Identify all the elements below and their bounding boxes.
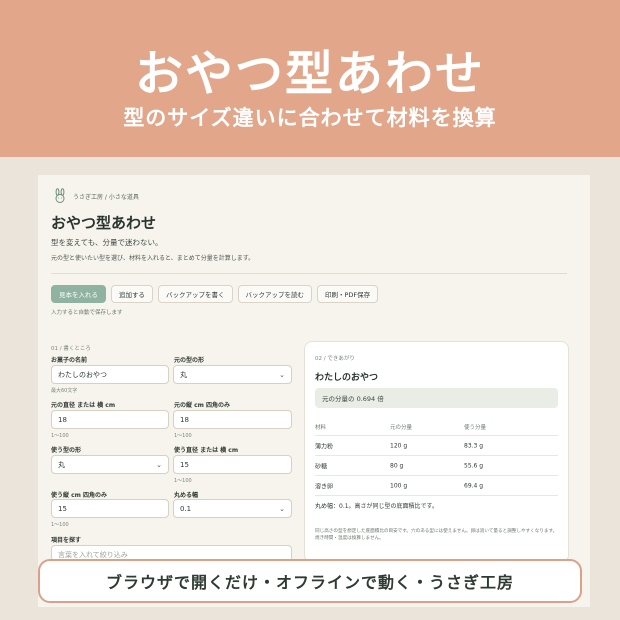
use-depth-input[interactable]: 15 — [51, 499, 169, 518]
result-title: わたしのおやつ — [315, 373, 379, 383]
app-window: うさぎ工房 / 小さな道具 おやつ型あわせ 型を変えても、分量で迷わない。 元の… — [38, 175, 590, 607]
orig-depth-value: 18 — [180, 415, 189, 424]
add-button[interactable]: 追加する — [111, 285, 153, 303]
table-row: 砂糖 80 g 55.6 g — [315, 456, 558, 476]
use-dim-input[interactable]: 15 — [173, 455, 292, 474]
use-shape-value: 丸 — [58, 460, 65, 469]
col-header: 使う分量 — [464, 424, 487, 431]
use-shape-select[interactable]: 丸 ⌄ — [51, 455, 169, 474]
use-shape-label: 使う型の形 — [51, 447, 82, 454]
autosave-note: 入力すると自動で保存します — [51, 310, 123, 316]
orig-dim-label: 元の直径 または 横 cm — [51, 402, 116, 409]
use-dim-label: 使う直径 または 横 cm — [174, 447, 239, 454]
backup-write-button[interactable]: バックアップを書く — [158, 285, 233, 303]
ratio-badge: 元の分量の 0.694 倍 — [315, 388, 558, 408]
table-header-row: 材料 元の分量 使う分量 — [315, 418, 558, 436]
page-title: おやつ型あわせ — [51, 214, 157, 232]
divider — [51, 273, 567, 274]
name-label: お菓子の名前 — [51, 357, 88, 364]
banner-title: おやつ型あわせ — [134, 46, 485, 102]
result-note: 丸め幅：0.1。高さが同じ型の底面積比です。 — [315, 503, 438, 510]
table-cell: 100 g — [390, 482, 408, 489]
orig-shape-select[interactable]: 丸 ⌄ — [173, 365, 292, 384]
col-header: 材料 — [315, 424, 327, 431]
description: 元の型と使いたい型を選び、材料を入れると、まとめて分量を計算します。 — [51, 255, 255, 262]
result-section-label: 02 / できあがり — [315, 356, 355, 362]
table-cell: 薄力粉 — [315, 443, 334, 450]
table-cell: 砂糖 — [315, 463, 328, 470]
name-input-value: わたしのおやつ — [58, 370, 107, 379]
name-input[interactable]: わたしのおやつ — [51, 365, 169, 384]
orig-dim-hint: 1〜100 — [51, 433, 69, 439]
result-footnote: 同じ高さの型を想定した底面積比の目安です。穴のある型には使えません。卵は溶いて量… — [315, 529, 558, 541]
chevron-down-icon: ⌄ — [279, 504, 285, 513]
round-value: 0.1 — [180, 504, 192, 513]
use-depth-hint: 1〜100 — [51, 522, 69, 528]
table-cell: 55.6 g — [464, 462, 484, 469]
promo-banner: おやつ型あわせ 型のサイズ違いに合わせて材料を換算 — [0, 0, 620, 157]
result-card: 02 / できあがり わたしのおやつ 元の分量の 0.694 倍 材料 元の分量… — [304, 341, 569, 563]
table-cell: 83.3 g — [464, 442, 484, 449]
col-header: 元の分量 — [390, 424, 413, 431]
table-cell: 120 g — [390, 442, 408, 449]
result-table: 材料 元の分量 使う分量 薄力粉 120 g 83.3 g 砂糖 80 g 55… — [315, 418, 558, 496]
table-cell: 69.4 g — [464, 482, 484, 489]
orig-dim-value: 18 — [58, 415, 67, 424]
print-button[interactable]: 印刷・PDF保存 — [317, 285, 379, 303]
orig-dim-input[interactable]: 18 — [51, 410, 169, 429]
toolbar: 見本を入れる 追加する バックアップを書く バックアップを読む 印刷・PDF保存 — [51, 285, 379, 303]
chevron-down-icon: ⌄ — [156, 460, 162, 469]
search-placeholder: 言葉を入れて絞り込み — [58, 550, 128, 559]
banner-subtitle: 型のサイズ違いに合わせて材料を換算 — [123, 106, 497, 130]
form-section-label: 01 / 書くところ — [51, 346, 91, 352]
use-dim-value: 15 — [180, 460, 189, 469]
orig-depth-input[interactable]: 18 — [173, 410, 292, 429]
round-select[interactable]: 0.1 ⌄ — [173, 499, 292, 518]
orig-shape-value: 丸 — [180, 370, 187, 379]
breadcrumb: うさぎ工房 / 小さな道具 — [52, 188, 139, 204]
footer-banner: ブラウザで開くだけ・オフラインで動く・うさぎ工房 — [38, 559, 582, 603]
use-dim-hint: 1〜100 — [174, 478, 192, 484]
name-hint: 最大60文字 — [51, 388, 78, 394]
orig-depth-hint: 1〜100 — [174, 433, 192, 439]
table-row: 溶き卵 100 g 69.4 g — [315, 476, 558, 496]
rabbit-logo-icon — [55, 188, 65, 203]
tagline: 型を変えても、分量で迷わない。 — [51, 238, 163, 247]
orig-depth-label: 元の縦 cm 四角のみ — [174, 402, 230, 409]
use-depth-value: 15 — [58, 504, 67, 513]
chevron-down-icon: ⌄ — [279, 370, 285, 379]
breadcrumb-text: うさぎ工房 / 小さな道具 — [73, 193, 139, 201]
table-row: 薄力粉 120 g 83.3 g — [315, 436, 558, 456]
example-button[interactable]: 見本を入れる — [51, 285, 106, 303]
table-cell: 80 g — [390, 462, 404, 469]
table-cell: 溶き卵 — [315, 483, 334, 490]
orig-shape-label: 元の型の形 — [174, 357, 205, 364]
round-label: 丸める幅 — [174, 492, 199, 499]
use-depth-label: 使う縦 cm 四角のみ — [51, 492, 107, 499]
backup-read-button[interactable]: バックアップを読む — [237, 285, 312, 303]
search-label: 項目を探す — [51, 537, 82, 544]
